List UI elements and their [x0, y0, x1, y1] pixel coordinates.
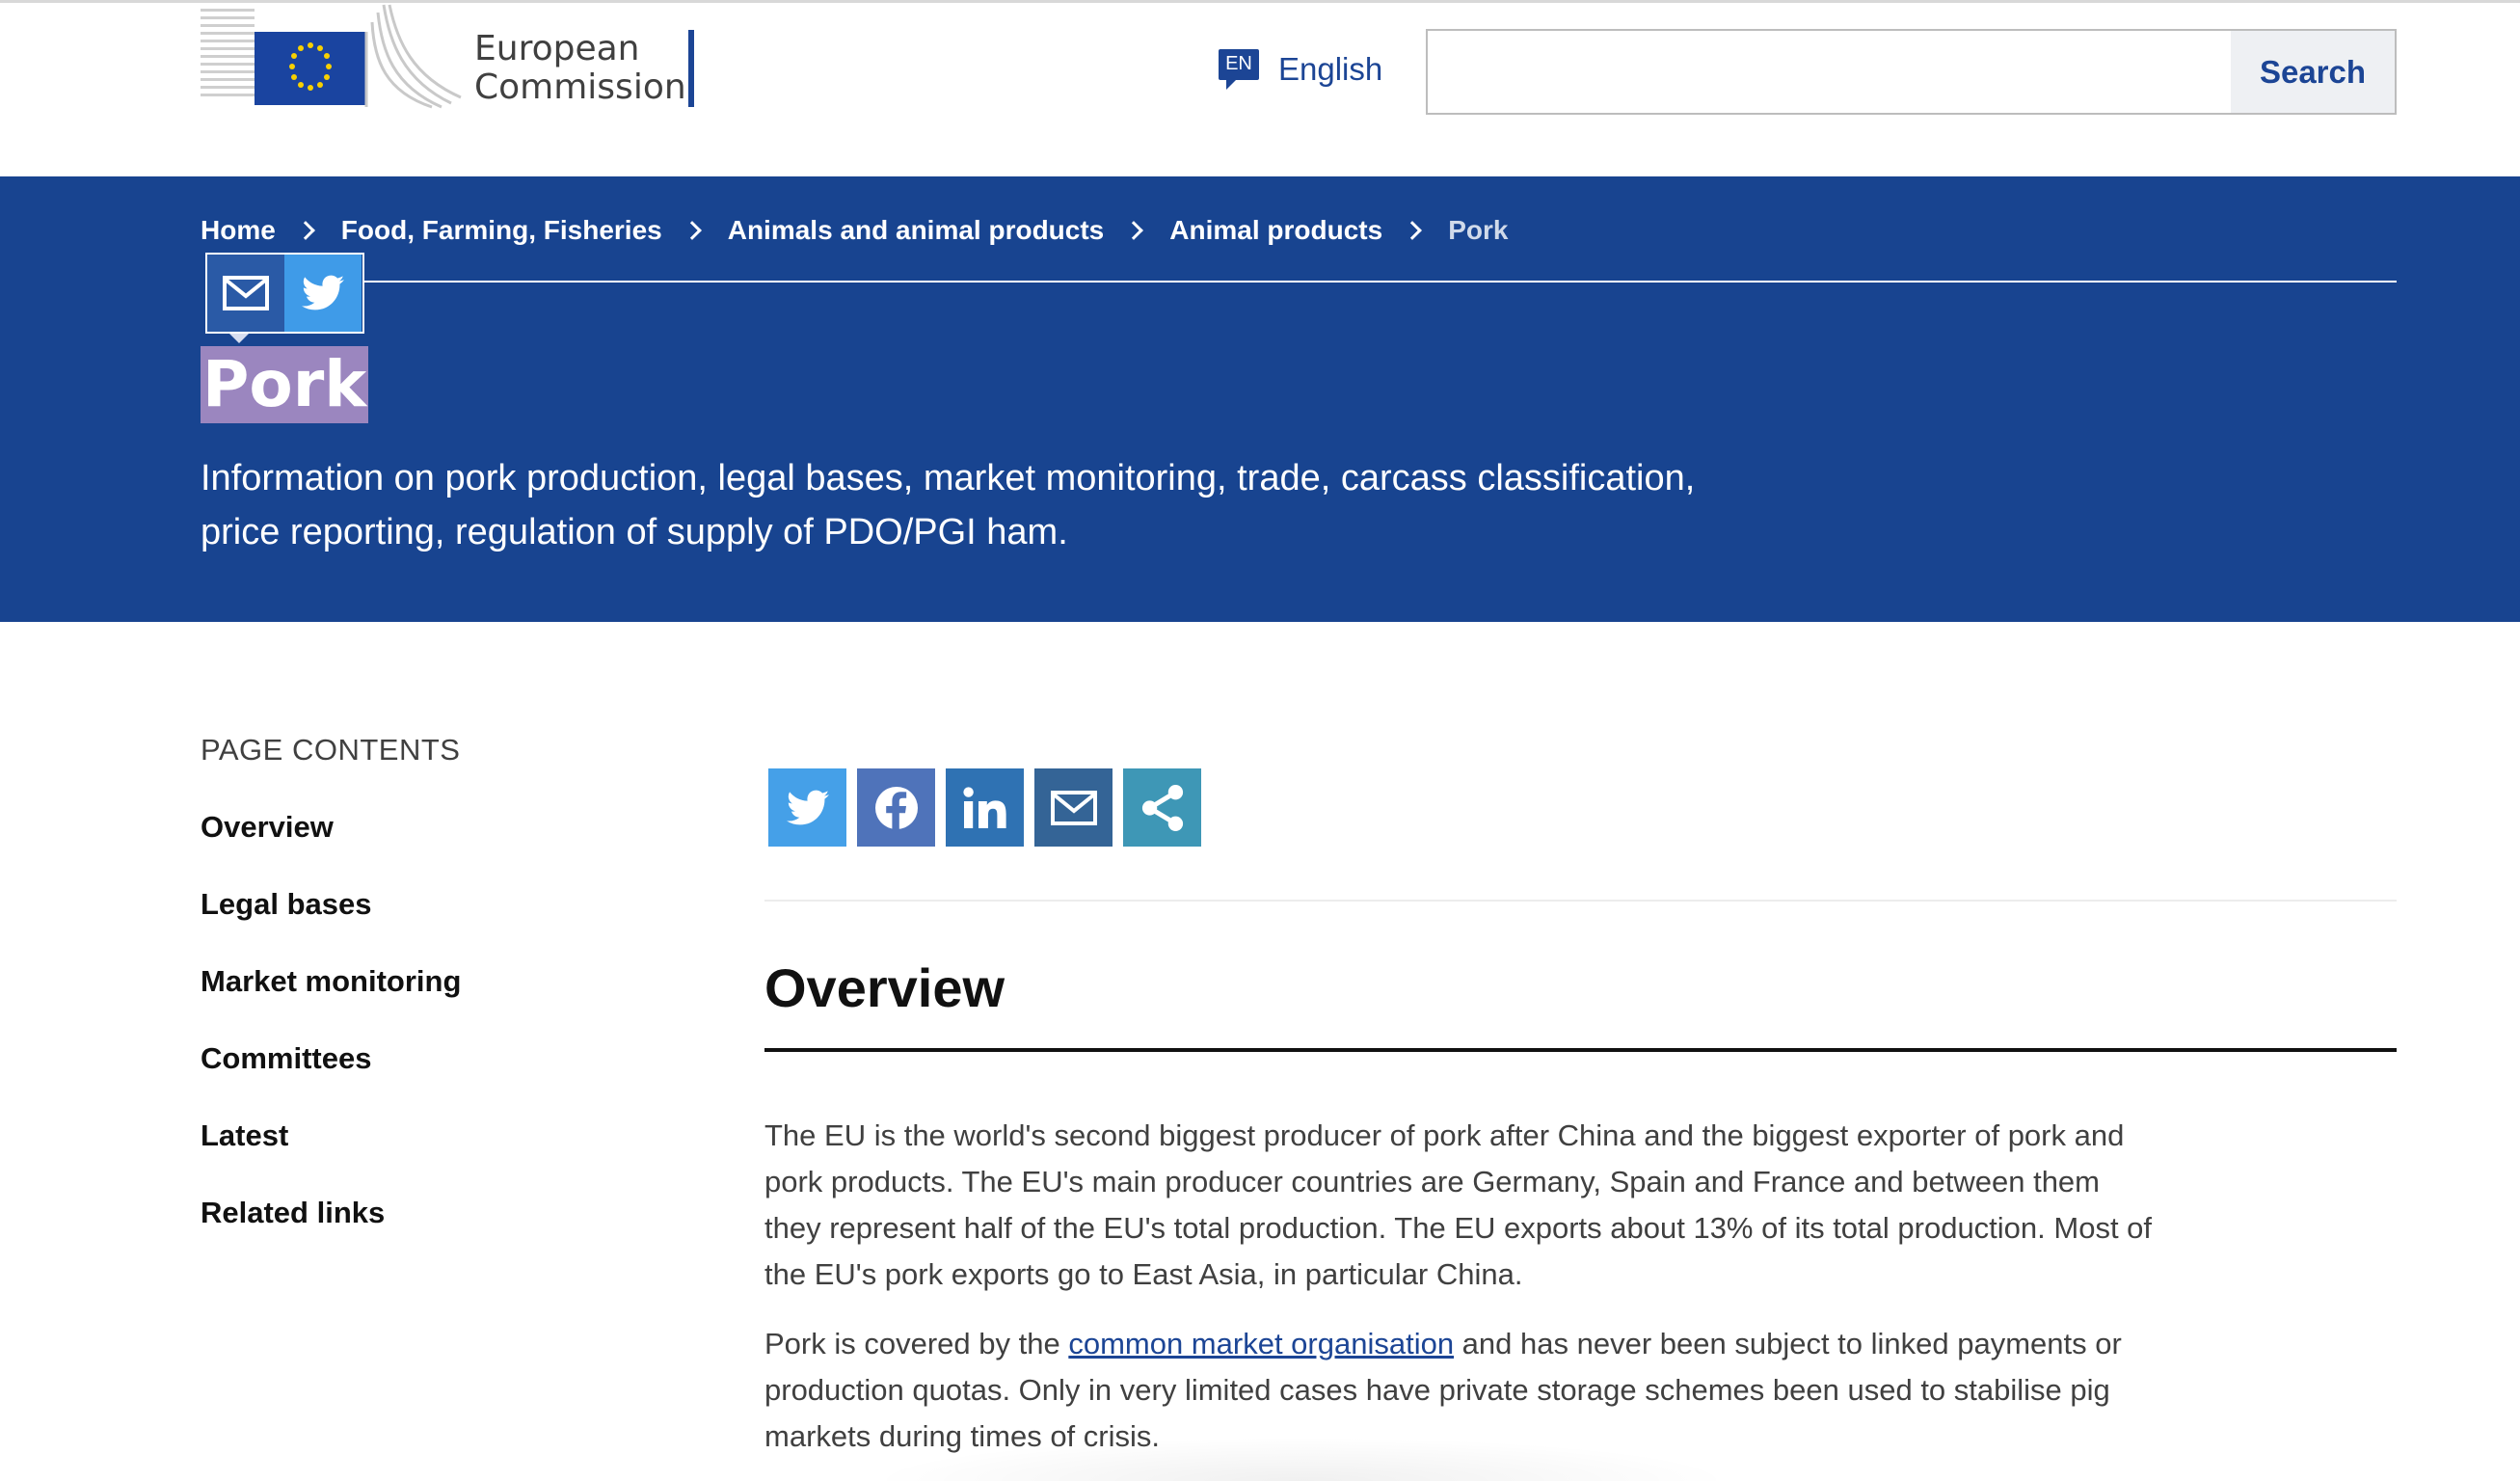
- search-form: Search: [1426, 29, 2397, 115]
- language-selector[interactable]: EN English: [1217, 45, 1382, 94]
- common-market-organisation-link[interactable]: common market organisation: [1068, 1327, 1454, 1360]
- bottom-shadow: [868, 1437, 1735, 1481]
- intro-line-1: Information on pork production, legal ba…: [201, 458, 1696, 498]
- page-contents-title: PAGE CONTENTS: [201, 733, 461, 767]
- page-title: Pork: [201, 346, 369, 423]
- breadcrumb-home[interactable]: Home: [201, 215, 276, 246]
- section-heading-overview: Overview: [764, 957, 1005, 1018]
- chevron-right-icon: [1124, 221, 1144, 240]
- linkedin-share-button[interactable]: [946, 768, 1024, 847]
- facebook-share-button[interactable]: [857, 768, 935, 847]
- logo-accent-bar: [688, 30, 694, 107]
- twitter-share-button[interactable]: [768, 768, 846, 847]
- chevron-right-icon: [295, 221, 315, 240]
- section-heading-underline: [764, 1048, 2397, 1052]
- european-commission-logo[interactable]: European Commission: [201, 3, 702, 109]
- toc-item-latest[interactable]: Latest: [201, 1118, 740, 1157]
- breadcrumb: Home Food, Farming, Fisheries Animals an…: [201, 215, 1508, 246]
- facebook-icon: [874, 786, 918, 831]
- search-button[interactable]: Search: [2231, 31, 2395, 113]
- toc-item-committees[interactable]: Committees: [201, 1041, 740, 1080]
- popup-pointer: [229, 334, 249, 343]
- breadcrumb-current-pork: Pork: [1448, 215, 1509, 245]
- intro-line-2: price reporting, regulation of supply of…: [201, 512, 1068, 552]
- share-icon: [1141, 784, 1183, 831]
- logo-line-2: Commission: [474, 67, 686, 107]
- share-divider: [764, 900, 2397, 902]
- email-share-button[interactable]: [1034, 768, 1113, 847]
- paragraph-2-text-start: Pork is covered by the: [764, 1327, 1069, 1360]
- page-header-banner: Home Food, Farming, Fisheries Animals an…: [0, 176, 2520, 622]
- linkedin-icon: [962, 786, 1006, 828]
- twitter-icon: [786, 790, 829, 824]
- social-share-bar: [768, 768, 1201, 847]
- email-icon: [1050, 790, 1097, 825]
- eu-flag-icon: [201, 4, 462, 109]
- language-bubble-icon: EN: [1217, 47, 1261, 92]
- toc-item-overview[interactable]: Overview: [201, 810, 740, 848]
- page-intro: Information on pork production, legal ba…: [201, 451, 1859, 559]
- logo-line-1: European: [474, 29, 640, 68]
- toc-item-legal-bases[interactable]: Legal bases: [201, 887, 740, 926]
- breadcrumb-animals-and-animal-products[interactable]: Animals and animal products: [728, 215, 1105, 246]
- logo-wordmark: European Commission: [474, 30, 686, 107]
- chevron-right-icon: [682, 221, 702, 240]
- mail-icon[interactable]: [207, 255, 284, 332]
- page-contents-nav: PAGE CONTENTS Overview Legal bases Marke…: [201, 733, 740, 1234]
- chevron-right-icon: [1403, 221, 1423, 240]
- toc-item-market-monitoring[interactable]: Market monitoring: [201, 964, 740, 1003]
- more-share-button[interactable]: [1123, 768, 1201, 847]
- language-code: EN: [1225, 53, 1252, 74]
- selection-share-popup: [205, 253, 364, 334]
- breadcrumb-animal-products[interactable]: Animal products: [1169, 215, 1382, 246]
- language-label: English: [1278, 51, 1383, 87]
- search-input[interactable]: [1428, 31, 2231, 113]
- overview-paragraph-1: The EU is the world's second biggest pro…: [764, 1118, 2153, 1291]
- banner-divider: [362, 281, 2397, 283]
- twitter-icon[interactable]: [284, 255, 362, 332]
- site-header: European Commission EN English Search: [0, 3, 2520, 176]
- breadcrumb-food-farming-fisheries[interactable]: Food, Farming, Fisheries: [341, 215, 662, 246]
- toc-item-related-links[interactable]: Related links: [201, 1196, 740, 1234]
